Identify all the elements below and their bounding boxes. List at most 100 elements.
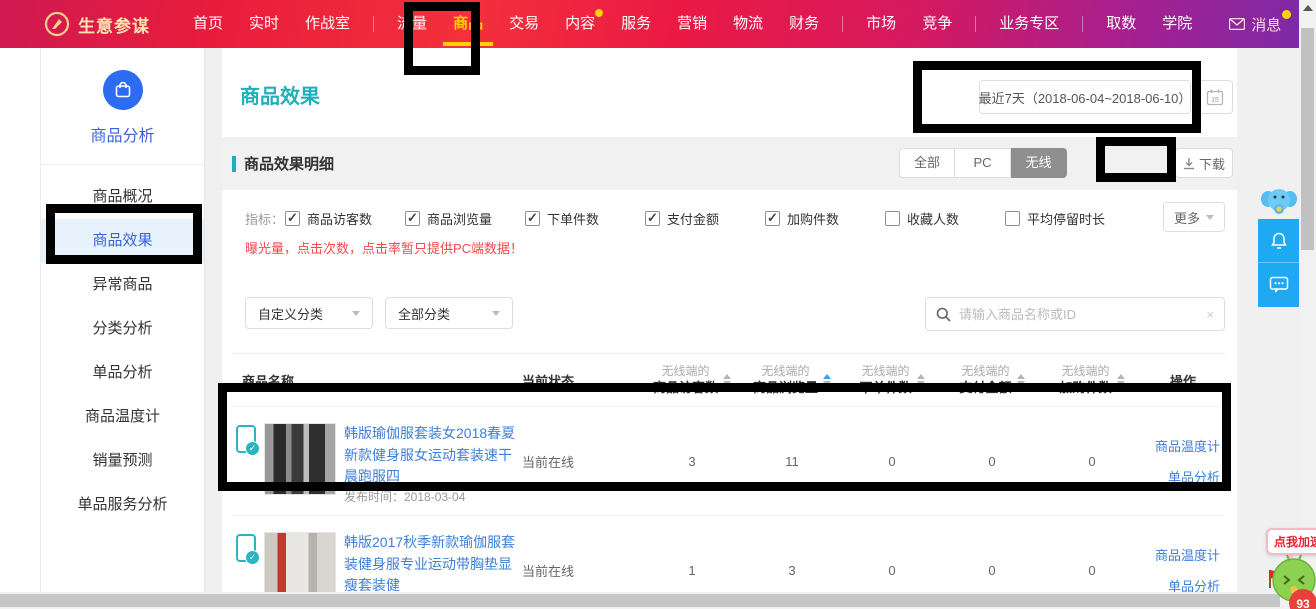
nav-item-bizzone[interactable]: 业务专区 [999,0,1059,48]
sidebar-item-product-overview[interactable]: 商品概况 [41,175,204,219]
filter-item-payment[interactable]: 支付金额 [645,209,765,228]
sort-icon[interactable] [917,374,925,386]
speed-up-bubble[interactable]: 点我加速 [1266,528,1316,555]
nav-divider [842,16,843,32]
filter-checkbox-0[interactable] [285,211,300,226]
feedback-chat-button[interactable] [1258,263,1299,307]
content-area: 指标： 商品访客数 商品浏览量 下单件数 支付金额 加购件数 [222,190,1237,609]
payment-cell: 0 [942,563,1042,578]
sort-icon[interactable] [723,374,731,386]
col-header-cart[interactable]: 无线端的 加购件数 [1042,363,1142,397]
nav-item-marketing[interactable]: 营销 [677,0,707,48]
vertical-scrollbar[interactable] [1299,0,1316,609]
product-image[interactable] [264,423,336,495]
sidebar-item-category-analysis[interactable]: 分类分析 [41,307,204,351]
nav-item-trade[interactable]: 交易 [509,0,539,48]
filter-item-views[interactable]: 商品浏览量 [405,209,525,228]
nav-item-market[interactable]: 市场 [866,0,896,48]
sidebar-header: 商品分析 [41,48,204,165]
nav-item-service[interactable]: 服务 [621,0,651,48]
sidebar-item-sales-forecast[interactable]: 销量预测 [41,439,204,483]
brand[interactable]: 生意参谋 [44,11,150,37]
top-navigation: 生意参谋 首页 实时 作战室 流量 商品 交易 内容 服务 营销 物流 财务 市… [0,0,1299,48]
clear-search-icon[interactable]: × [1206,307,1214,322]
payment-cell: 0 [942,454,1042,469]
sort-icon[interactable] [1117,374,1125,386]
nav-item-data[interactable]: 取数 [1106,0,1136,48]
notification-bell-button[interactable] [1258,219,1299,263]
more-button[interactable]: 更多 [1163,202,1225,232]
nav-divider [1082,16,1083,32]
floating-widget [1258,185,1299,307]
single-analysis-link[interactable]: 单品分析 [1168,467,1220,486]
nav-item-home[interactable]: 首页 [193,0,223,48]
product-title-link[interactable]: 韩版2017秋季新款瑜伽服套装健身服专业运动带胸垫显瘦套装健 [344,532,522,597]
nav-item-traffic[interactable]: 流量 [397,0,427,48]
col-header-views[interactable]: 无线端的 商品浏览量 [742,363,842,397]
date-range-button[interactable]: 最近7天（2018-06-04~2018-06-10） [979,80,1191,114]
chevron-down-icon [352,311,360,316]
scrollbar-up-arrow[interactable] [1303,5,1313,11]
filter-checkbox-2[interactable] [525,211,540,226]
tab-all[interactable]: 全部 [899,148,955,178]
visitors-cell: 3 [642,454,742,469]
chat-icon [1269,276,1289,294]
visitors-cell: 1 [642,563,742,578]
filter-checkbox-6[interactable] [1005,211,1020,226]
calendar-button[interactable]: 15 [1197,80,1233,114]
status-cell: 当前在线 [522,452,642,471]
product-title-link[interactable]: 韩版瑜伽服套装女2018春夏新款健身服女运动套装速干晨跑服四 [344,423,522,488]
vertical-scrollbar-thumb[interactable] [1301,28,1314,250]
sort-icon-active[interactable] [823,374,831,386]
svg-text:15: 15 [1211,97,1219,104]
badge-number: 93 [1296,597,1310,609]
sidebar-item-product-effect[interactable]: 商品效果 [41,219,204,263]
col-header-visitors[interactable]: 无线端的 商品访客数 [642,363,742,397]
table-row: 韩版瑜伽服套装女2018春夏新款健身服女运动套装速干晨跑服四 发布时间：2018… [232,406,1225,515]
sidebar-item-single-product-analysis[interactable]: 单品分析 [41,351,204,395]
filter-item-cart[interactable]: 加购件数 [765,209,885,228]
nav-item-warroom[interactable]: 作战室 [305,0,350,48]
horizontal-scrollbar[interactable] [0,592,1299,609]
sidebar-item-abnormal-products[interactable]: 异常商品 [41,263,204,307]
nav-item-college[interactable]: 学院 [1162,0,1192,48]
col-header-action: 操作 [1142,371,1224,390]
sidebar-item-single-product-service[interactable]: 单品服务分析 [41,483,204,527]
nav-item-product[interactable]: 商品 [453,0,483,48]
thermometer-link[interactable]: 商品温度计 [1155,545,1220,564]
chevron-down-icon [492,311,500,316]
search-input[interactable] [959,307,1206,322]
bell-icon [1269,231,1289,251]
envelope-icon [1229,18,1245,30]
table-toolbar: 自定义分类 全部分类 × [222,297,1237,331]
download-button[interactable]: 下载 [1175,148,1233,178]
col-header-orders[interactable]: 无线端的 下单件数 [842,363,942,397]
filter-checkbox-3[interactable] [645,211,660,226]
filter-checkbox-1[interactable] [405,211,420,226]
filter-checkbox-4[interactable] [765,211,780,226]
filter-item-orders[interactable]: 下单件数 [525,209,645,228]
col-header-payment[interactable]: 无线端的 支付金额 [942,363,1042,397]
nav-item-content[interactable]: 内容 [565,0,595,48]
all-category-select[interactable]: 全部分类 [385,297,513,329]
product-cell: 韩版瑜伽服套装女2018春夏新款健身服女运动套装速干晨跑服四 发布时间：2018… [232,423,522,499]
nav-item-competition[interactable]: 竞争 [922,0,952,48]
filter-item-visitors[interactable]: 商品访客数 [285,209,405,228]
sort-icon[interactable] [1017,374,1025,386]
product-table: 商品名称 当前状态 无线端的 商品访客数 无线端的 商品浏览量 [232,353,1225,609]
nav-item-finance[interactable]: 财务 [789,0,819,48]
filter-checkbox-5[interactable] [885,211,900,226]
nav-item-logistics[interactable]: 物流 [733,0,763,48]
tab-wireless[interactable]: 无线 [1011,148,1067,178]
filter-item-stay-duration[interactable]: 平均停留时长 [1005,209,1125,228]
horizontal-scrollbar-thumb[interactable] [0,594,1280,607]
thermometer-link[interactable]: 商品温度计 [1155,436,1220,455]
custom-category-select[interactable]: 自定义分类 [245,297,373,329]
tab-pc[interactable]: PC [955,148,1011,178]
action-cell: 商品温度计 单品分析 [1142,436,1224,486]
filter-item-favorites[interactable]: 收藏人数 [885,209,1005,228]
product-search: × [925,297,1225,331]
nav-message[interactable]: 消息 [1229,14,1281,35]
nav-item-realtime[interactable]: 实时 [249,0,279,48]
sidebar-item-product-thermometer[interactable]: 商品温度计 [41,395,204,439]
